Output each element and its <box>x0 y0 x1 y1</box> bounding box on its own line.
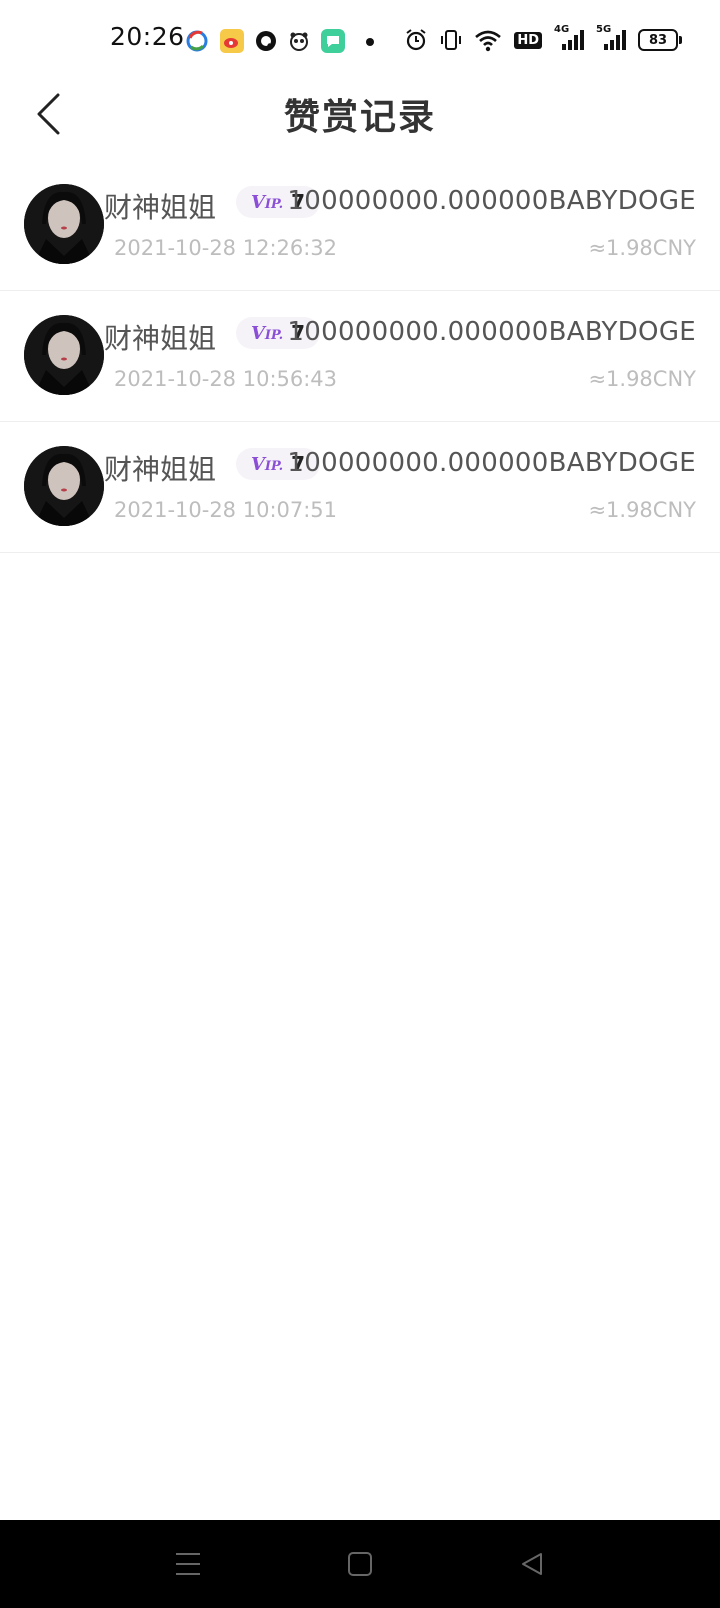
cny-value: ≈1.98CNY <box>588 498 696 522</box>
battery-level: 83 <box>638 29 682 51</box>
system-navigation-bar <box>0 1520 720 1608</box>
panda-app-icon <box>290 32 308 51</box>
wifi-icon <box>474 26 502 54</box>
alarm-icon <box>404 26 428 54</box>
reward-time: 2021-10-28 10:56:43 <box>114 367 338 391</box>
vip-logo: VIP. <box>250 322 284 344</box>
more-notifications-dot-icon <box>366 38 374 46</box>
back-nav-button[interactable] <box>514 1548 550 1580</box>
hd-icon: HD <box>514 26 542 54</box>
user-name[interactable]: 财神姐姐 <box>104 317 216 357</box>
cny-value: ≈1.98CNY <box>588 236 696 260</box>
reward-record-list: 财神姐姐 VIP. 7 100000000.000000BABYDOGE 202… <box>0 160 720 553</box>
list-item[interactable]: 财神姐姐 VIP. 7 100000000.000000BABYDOGE 202… <box>0 291 720 422</box>
avatar[interactable] <box>24 184 104 264</box>
cny-value: ≈1.98CNY <box>588 367 696 391</box>
home-icon <box>348 1552 372 1576</box>
q-app-icon <box>256 31 276 51</box>
reward-amount: 100000000.000000BABYDOGE <box>287 186 696 216</box>
signal-5g-icon: 5G <box>596 24 626 54</box>
reward-amount: 100000000.000000BABYDOGE <box>287 317 696 347</box>
list-item[interactable]: 财神姐姐 VIP. 7 100000000.000000BABYDOGE 202… <box>0 422 720 553</box>
message-app-icon <box>321 29 345 53</box>
signal-4g-icon: 4G <box>554 24 584 54</box>
status-time: 20:26 <box>110 22 185 51</box>
browser-app-icon <box>186 30 208 52</box>
avatar[interactable] <box>24 446 104 526</box>
user-name[interactable]: 财神姐姐 <box>104 448 216 488</box>
avatar[interactable] <box>24 315 104 395</box>
vibrate-icon <box>440 26 462 54</box>
user-name[interactable]: 财神姐姐 <box>104 186 216 226</box>
vip-logo: VIP. <box>250 453 284 475</box>
reward-amount: 100000000.000000BABYDOGE <box>287 448 696 478</box>
system-status-icons: HD 4G 5G 83 <box>404 24 682 54</box>
reward-time: 2021-10-28 10:07:51 <box>114 498 338 522</box>
menu-button[interactable] <box>170 1548 206 1580</box>
reward-time: 2021-10-28 12:26:32 <box>114 236 338 260</box>
weibo-icon <box>220 29 244 53</box>
home-button[interactable] <box>342 1548 378 1580</box>
triangle-back-icon <box>522 1553 542 1575</box>
status-bar: 20:26 HD 4G 5G 83 <box>0 0 720 80</box>
menu-icon <box>176 1553 200 1575</box>
battery-icon: 83 <box>638 26 682 54</box>
page-title: 赞赏记录 <box>283 97 436 138</box>
vip-logo: VIP. <box>250 191 284 213</box>
list-item[interactable]: 财神姐姐 VIP. 7 100000000.000000BABYDOGE 202… <box>0 160 720 291</box>
